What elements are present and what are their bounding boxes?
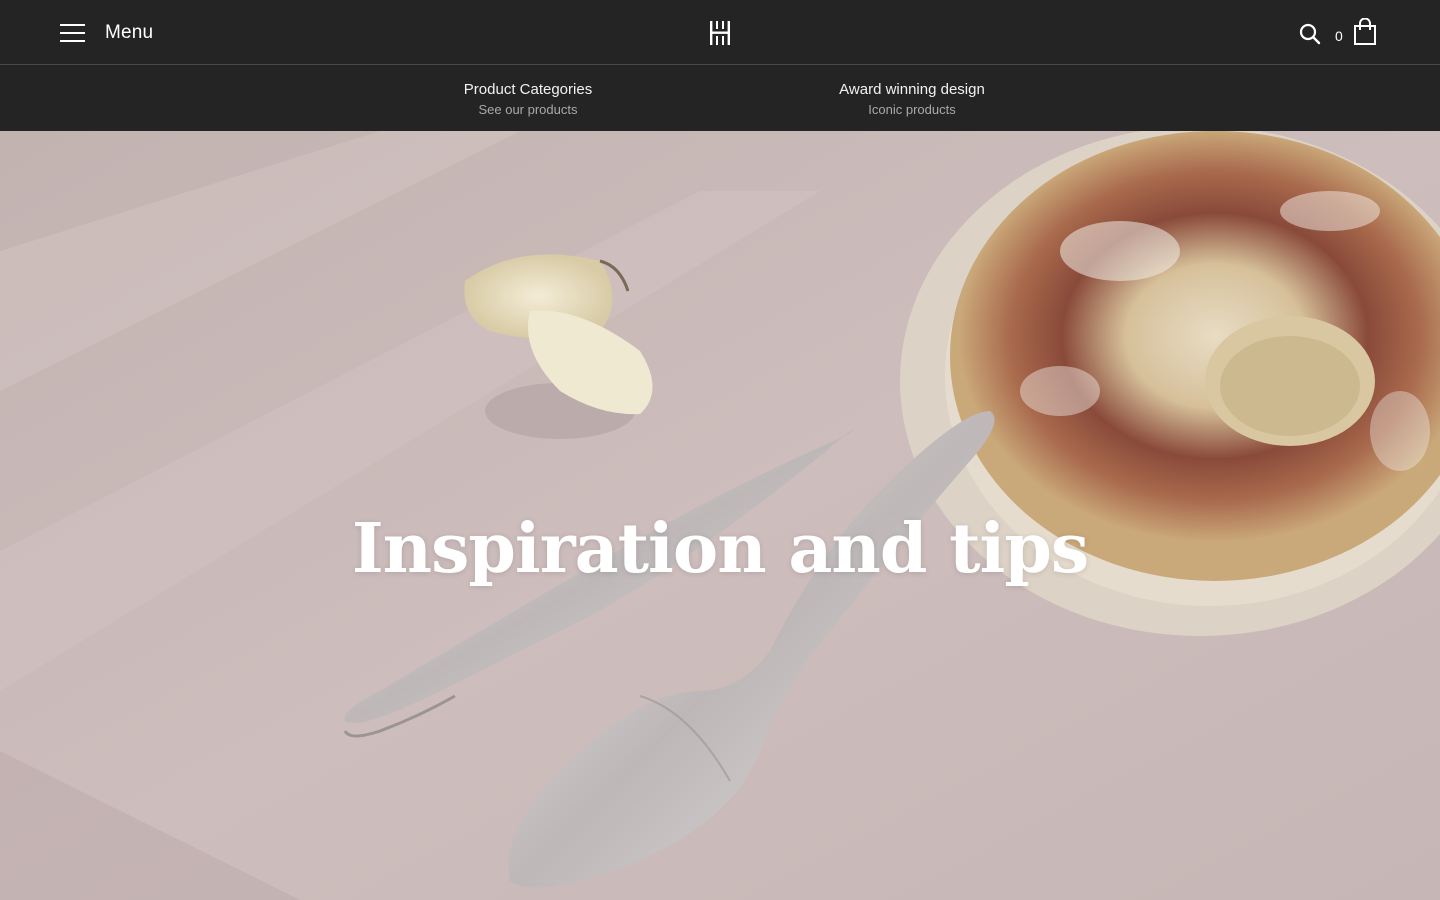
hamburger-icon[interactable] <box>60 24 85 42</box>
hero-banner: Inspiration and tips <box>0 131 1440 900</box>
subnav-award-winning-design[interactable]: Award winning design Iconic products <box>812 80 1012 120</box>
category-subnav: Product Categories See our products Awar… <box>0 66 1440 131</box>
subnav-subtitle[interactable]: Iconic products <box>812 100 1012 120</box>
subnav-product-categories[interactable]: Product Categories See our products <box>428 80 628 120</box>
shopping-bag-icon[interactable] <box>1353 18 1377 46</box>
menu-label[interactable]: Menu <box>105 22 153 44</box>
subnav-title[interactable]: Award winning design <box>812 80 1012 100</box>
brand-logo[interactable] <box>709 20 731 46</box>
top-header: Menu 0 <box>0 0 1440 65</box>
search-icon[interactable] <box>1298 22 1322 46</box>
cart-count: 0 <box>1335 28 1343 44</box>
hero-title: Inspiration and tips <box>351 509 1089 589</box>
subnav-subtitle[interactable]: See our products <box>428 100 628 120</box>
menu-button[interactable]: Menu <box>60 20 153 46</box>
subnav-title[interactable]: Product Categories <box>428 80 628 100</box>
